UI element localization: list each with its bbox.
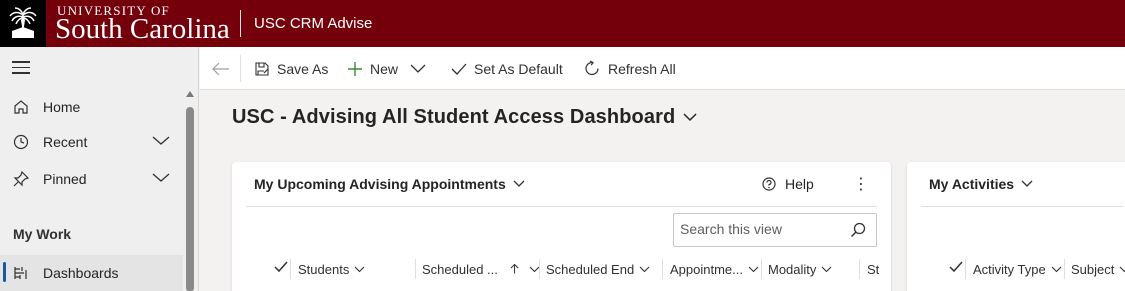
column-label: Appointme... [670,261,743,277]
column-header-appointment[interactable]: Appointme... [670,257,762,281]
title-divider [240,10,241,37]
sidebar-item-home[interactable]: Home [0,89,183,125]
top-bar: UNIVERSITY OF South Carolina USC CRM Adv… [0,0,1125,47]
column-header-scheduled-start[interactable]: Scheduled ... [422,257,540,281]
column-divider [859,259,860,279]
column-divider [290,259,291,279]
column-header-row: Students Scheduled ... Scheduled End App… [232,257,891,281]
set-as-default-label: Set As Default [474,60,563,77]
scroll-up-arrow-icon[interactable] [186,91,194,97]
section-title-my-work: My Work [13,226,72,242]
new-dropdown-button[interactable] [410,47,433,90]
new-button[interactable]: New [347,47,398,90]
divider [921,206,1123,207]
chevron-down-icon[interactable] [152,173,170,183]
chevron-down-icon [748,266,759,272]
palmetto-logo-icon[interactable] [0,0,46,47]
home-icon [14,100,28,114]
back-arrow-icon [212,62,229,75]
sidebar-item-dashboards[interactable]: Dashboards [0,255,183,291]
column-divider [1064,259,1065,279]
column-header-modality[interactable]: Modality [768,257,858,281]
select-all-checkmark-icon[interactable] [949,261,963,273]
sidebar-item-pinned[interactable]: Pinned [0,161,183,197]
more-options-icon[interactable]: ⋮ [853,174,869,194]
refresh-all-button[interactable]: Refresh All [584,47,676,90]
sidebar-item-label: Dashboards [43,265,119,281]
checkmark-icon [451,63,467,75]
sidebar-item-recent[interactable]: Recent [0,124,183,160]
sidebar-item-label: Recent [43,134,88,150]
plus-icon [348,61,362,76]
search-input[interactable] [680,221,840,237]
sort-ascending-icon [510,263,519,274]
chevron-down-icon[interactable] [152,136,170,146]
column-header-subject[interactable]: Subject [1071,257,1125,281]
column-label: Modality [768,261,817,277]
university-name: South Carolina [55,13,230,45]
sidebar: Home Recent Pinned My Work Dashboards [0,47,199,291]
card-title: My Upcoming Advising Appointments [254,176,506,192]
chevron-down-icon [1119,266,1125,272]
search-icon[interactable] [850,222,866,238]
column-header-activity-type[interactable]: Activity Type [973,257,1063,281]
chevron-down-icon [822,266,832,272]
column-header-scheduled-end[interactable]: Scheduled End [546,257,662,281]
chevron-down-icon [1051,266,1062,272]
new-label: New [370,60,399,77]
sidebar-item-label: Home [43,99,81,115]
hamburger-menu-icon[interactable] [12,61,30,78]
appointments-card: My Upcoming Advising Appointments Help ⋮… [232,162,891,291]
chevron-down-icon [410,64,426,73]
refresh-icon [585,60,599,76]
column-divider [415,259,416,279]
column-divider [965,259,966,279]
command-bar: Save As New Set As Default Refresh All [200,47,1125,90]
set-as-default-button[interactable]: Set As Default [451,47,563,90]
column-label: Subject [1071,261,1115,277]
help-button[interactable]: Help [762,176,814,192]
appointments-view-selector[interactable]: My Upcoming Advising Appointments [254,176,525,192]
column-divider [662,259,663,279]
save-as-label: Save As [277,60,329,77]
divider [240,55,241,82]
clock-icon [13,134,29,150]
column-label: Scheduled ... [422,261,498,277]
column-header-students[interactable]: Students [298,257,413,281]
refresh-all-label: Refresh All [608,60,676,77]
help-label: Help [785,176,814,192]
sidebar-scrollbar[interactable] [184,91,196,291]
column-header-row: Activity Type Subject [907,257,1125,281]
column-label: Students [298,261,350,277]
divider [246,206,877,207]
pin-icon [13,170,30,187]
chevron-down-icon [513,180,525,187]
chevron-down-icon [683,113,697,122]
dashboard-icon [14,267,27,279]
chevron-down-icon [354,266,365,272]
column-label: Activity Type [973,261,1046,277]
column-header-status[interactable]: St [867,257,879,281]
help-icon [762,177,776,191]
back-button[interactable] [212,47,237,90]
activities-view-selector[interactable]: My Activities [929,176,1033,192]
column-divider [761,259,762,279]
column-divider [539,259,540,279]
select-all-checkmark-icon[interactable] [274,261,288,273]
dashboard-title-selector[interactable]: USC - Advising All Student Access Dashbo… [232,106,697,129]
scroll-thumb[interactable] [186,107,194,291]
chevron-down-icon [639,266,650,272]
page-title: USC - Advising All Student Access Dashbo… [232,106,676,128]
card-title: My Activities [929,176,1015,192]
column-label: St [867,261,879,277]
app-title[interactable]: USC CRM Advise [254,15,372,32]
save-as-button[interactable]: Save As [254,47,328,90]
activities-card: My Activities Activity Type Subject [907,162,1125,291]
search-box [673,213,877,247]
chevron-down-icon [1021,180,1033,187]
sidebar-item-label: Pinned [43,171,87,187]
active-indicator [3,262,6,282]
save-as-icon [255,61,269,76]
column-label: Scheduled End [546,261,635,277]
